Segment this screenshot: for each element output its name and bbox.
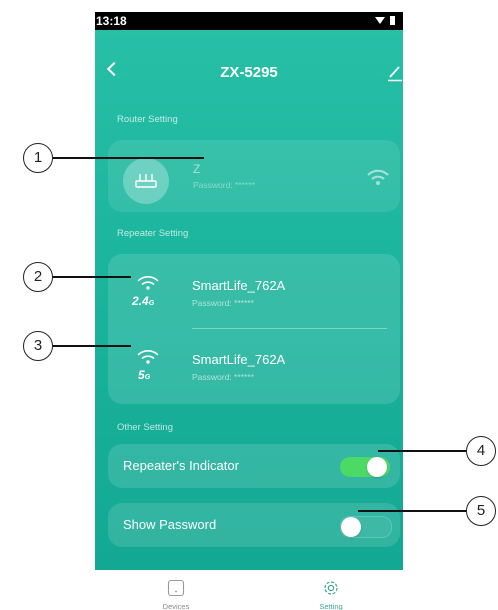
phone-screen: 13:18 ZX-5295 Router Setting Z Password:… — [95, 12, 403, 610]
status-bar: 13:18 — [95, 12, 403, 30]
page-title: ZX-5295 — [220, 64, 278, 81]
toggle-label: Repeater's Indicator — [123, 458, 239, 473]
wifi-5g-icon: 5G — [132, 348, 168, 388]
repeater-password: Password: ****** — [192, 372, 254, 382]
toggle-label: Show Password — [123, 517, 217, 532]
settings-panel: ZX-5295 Router Setting Z Password: *****… — [95, 30, 403, 570]
tab-label: Setting — [319, 602, 343, 610]
wifi-2-4g-icon: 2.4G — [132, 274, 168, 314]
toggle-knob — [341, 517, 361, 537]
router-icon — [135, 174, 157, 188]
tab-devices[interactable]: Devices — [136, 570, 216, 610]
status-time: 13:18 — [96, 14, 127, 28]
repeater-section-label: Repeater Setting — [117, 228, 189, 239]
repeater-ssid: SmartLife_762A — [192, 352, 286, 367]
divider — [192, 328, 387, 329]
repeater-item-5g[interactable]: 5G SmartLife_762A Password: ****** — [108, 330, 400, 402]
router-name: Z — [193, 162, 201, 176]
repeater-card: 2.4G SmartLife_762A Password: ****** 5G … — [108, 254, 400, 404]
tab-bar: Devices Setting — [95, 570, 403, 610]
callout-4: 4 — [466, 436, 496, 466]
callout-leader-3 — [49, 345, 131, 347]
wifi-icon — [367, 169, 389, 185]
repeater-indicator-toggle[interactable] — [340, 457, 390, 477]
callout-1: 1 — [23, 143, 53, 173]
battery-icon — [390, 16, 395, 25]
callout-leader-4 — [378, 450, 468, 452]
device-icon — [167, 579, 185, 597]
other-section-label: Other Setting — [117, 422, 173, 433]
tab-label: Devices — [162, 602, 190, 610]
toggle-knob — [367, 457, 387, 477]
repeater-password: Password: ****** — [192, 298, 254, 308]
repeater-indicator-row: Repeater's Indicator — [108, 444, 400, 488]
callout-5: 5 — [466, 496, 496, 526]
show-password-toggle[interactable] — [340, 516, 392, 538]
router-avatar — [123, 158, 169, 204]
repeater-ssid: SmartLife_762A — [192, 278, 286, 293]
router-card[interactable]: Z Password: ****** — [108, 140, 400, 212]
show-password-row: Show Password — [108, 503, 400, 547]
signal-icon — [375, 17, 385, 24]
callout-2: 2 — [23, 262, 53, 292]
router-section-label: Router Setting — [117, 114, 178, 125]
router-password: Password: ****** — [193, 180, 255, 190]
edit-icon[interactable] — [387, 64, 403, 82]
tab-setting[interactable]: Setting — [291, 570, 371, 610]
callout-3: 3 — [23, 331, 53, 361]
callout-leader-1 — [49, 157, 204, 159]
gear-icon — [324, 581, 338, 595]
callout-leader-5 — [358, 510, 468, 512]
band-label: 2.4G — [132, 294, 155, 308]
repeater-item-2-4g[interactable]: 2.4G SmartLife_762A Password: ****** — [108, 254, 400, 326]
band-label: 5G — [138, 368, 151, 382]
callout-leader-2 — [49, 276, 131, 278]
